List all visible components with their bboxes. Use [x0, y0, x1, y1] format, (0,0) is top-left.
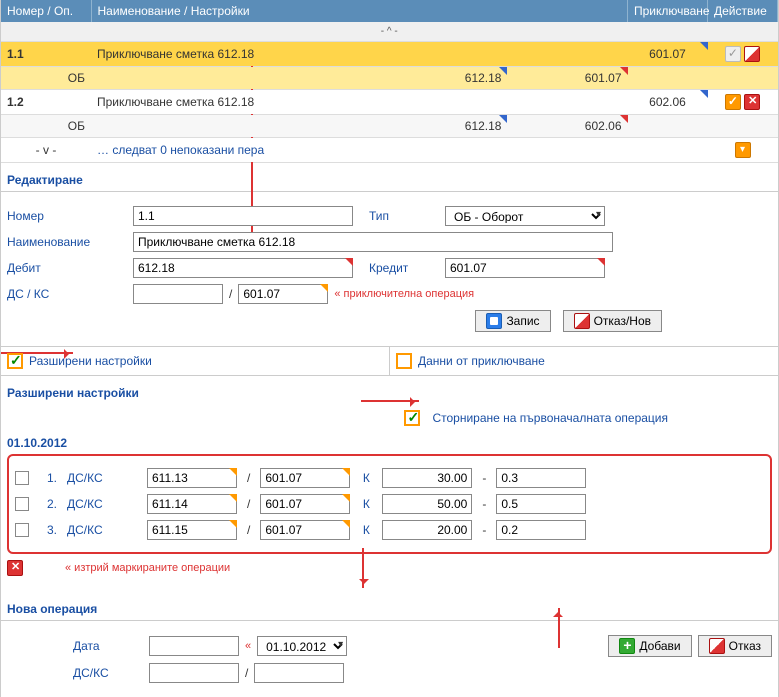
op-line: 2. ДС/КС / К - [15, 494, 764, 514]
expand-up-row[interactable]: - ^ - [1, 22, 778, 42]
delete-marked-icon[interactable] [7, 560, 23, 576]
more-rows-link[interactable]: … следват 0 непоказани пера [91, 138, 708, 163]
table-row[interactable]: 1.2 Приключване сметка 612.18 602.06 [1, 90, 778, 115]
table-subrow: ОБ 612.18 602.06 [1, 115, 778, 138]
col-name: Наименование / Настройки [91, 0, 628, 22]
op-acct-a[interactable] [147, 520, 237, 540]
op-amount[interactable] [382, 520, 472, 540]
newop-cancel-button[interactable]: Отказ [698, 635, 772, 657]
op-acct-b[interactable] [260, 468, 350, 488]
op-k: К [360, 471, 372, 485]
delete-marked-label[interactable]: « изтрий маркираните операции [65, 562, 230, 574]
op-checkbox[interactable] [15, 471, 29, 485]
storno-label: Сторниране на първоначалната операция [432, 411, 668, 425]
debit-label: Дебит [7, 261, 127, 275]
dsks-field-2[interactable] [238, 284, 328, 304]
cancel-button[interactable]: Отказ/Нов [563, 310, 662, 332]
newop-dsks-label: ДС/КС [73, 666, 143, 680]
op-checkbox[interactable] [15, 497, 29, 511]
op-amount[interactable] [382, 468, 472, 488]
cancel-icon [574, 313, 590, 329]
op-amount[interactable] [382, 494, 472, 514]
row-num: 1.1 [7, 47, 24, 61]
edit-section-title: Редактиране [1, 163, 778, 192]
date-select[interactable]: 01.10.2012 [257, 636, 347, 656]
subrow-debit: 612.18 [91, 115, 507, 138]
op-acct-a[interactable] [147, 494, 237, 514]
delete-icon[interactable] [744, 94, 760, 110]
row-name: Приключване сметка 612.18 [91, 42, 628, 67]
annotation-arrow-storno [361, 400, 419, 402]
subrow-ob: ОБ [1, 67, 91, 90]
close-op-note: « приключителна операция [334, 288, 474, 300]
op-line: 1. ДС/КС / К - [15, 468, 764, 488]
newop-section-title: Нова операция [1, 592, 778, 621]
toggle-row: Разширени настройки Данни от приключване [1, 346, 778, 376]
name-field[interactable] [133, 232, 613, 252]
op-coef[interactable] [496, 494, 586, 514]
edit-icon[interactable] [744, 46, 760, 62]
col-number: Номер / Оп. [1, 0, 91, 22]
date-label: Дата [73, 639, 143, 653]
newop-form: Дата « 01.10.2012 Добави Отказ ДС/КС / [1, 621, 778, 697]
edit-form: Номер Тип ОБ - Оборот Наименование Дебит… [1, 192, 778, 346]
row-close: 601.07 [628, 42, 708, 67]
credit-field[interactable] [445, 258, 605, 278]
credit-label: Кредит [369, 261, 439, 275]
num-label: Номер [7, 209, 127, 223]
op-acct-a[interactable] [147, 468, 237, 488]
row-close: 602.06 [628, 90, 708, 115]
row-name: Приключване сметка 612.18 [91, 90, 628, 115]
table-row[interactable]: 1.1 Приключване сметка 612.18 601.07 [1, 42, 778, 67]
save-button[interactable]: Запис [475, 310, 550, 332]
row-num: 1.2 [7, 95, 24, 109]
from-close-toggle[interactable]: Данни от приключване [389, 347, 778, 375]
subrow-debit: 612.18 [91, 67, 507, 90]
num-field[interactable] [133, 206, 353, 226]
checkbox-icon[interactable] [7, 353, 23, 369]
checkbox-icon[interactable] [396, 353, 412, 369]
operations-detail-box: 1. ДС/КС / К - 2. ДС/КС / К - 3. ДС/КС [7, 454, 772, 554]
disk-icon [486, 313, 502, 329]
annotation-arrow-date [362, 548, 364, 588]
op-acct-b[interactable] [260, 494, 350, 514]
subrow-ob: ОБ [1, 115, 91, 138]
more-rows[interactable]: - v - … следват 0 непоказани пера ▾ [1, 138, 778, 163]
date-field-blank[interactable] [149, 636, 239, 656]
dsks-label: ДС/КС [67, 471, 137, 485]
accept-icon[interactable] [725, 46, 741, 62]
col-action: Действие [708, 0, 778, 22]
table-subrow: ОБ 612.18 601.07 [1, 67, 778, 90]
subrow-credit: 601.07 [507, 67, 627, 90]
annotation-arrow-add [558, 608, 560, 648]
newop-dsks-a[interactable] [149, 663, 239, 683]
op-checkbox[interactable] [15, 523, 29, 537]
operations-table: Номер / Оп. Наименование / Настройки При… [1, 0, 778, 163]
op-acct-b[interactable] [260, 520, 350, 540]
dsks-label: ДС / КС [7, 287, 127, 301]
newop-dsks-b[interactable] [254, 663, 344, 683]
table-header-row: Номер / Оп. Наименование / Настройки При… [1, 0, 778, 22]
type-select[interactable]: ОБ - Оборот [445, 206, 605, 226]
storno-checkbox[interactable] [404, 410, 420, 426]
debit-field[interactable] [133, 258, 353, 278]
plus-icon [619, 638, 635, 654]
accept-icon[interactable] [725, 94, 741, 110]
cancel-icon [709, 638, 725, 654]
expand-icon[interactable]: ▾ [735, 142, 751, 158]
dsks-label: ДС/КС [67, 497, 137, 511]
op-line: 3. ДС/КС / К - [15, 520, 764, 540]
type-label: Тип [369, 209, 439, 223]
op-coef[interactable] [496, 468, 586, 488]
op-k: К [360, 523, 372, 537]
subrow-credit: 602.06 [507, 115, 627, 138]
name-label: Наименование [7, 235, 127, 249]
op-coef[interactable] [496, 520, 586, 540]
op-k: К [360, 497, 372, 511]
dsks-label: ДС/КС [67, 523, 137, 537]
adv-date: 01.10.2012 [1, 436, 778, 450]
dsks-field-1[interactable] [133, 284, 223, 304]
col-close: Приключване [628, 0, 708, 22]
add-button[interactable]: Добави [608, 635, 691, 657]
